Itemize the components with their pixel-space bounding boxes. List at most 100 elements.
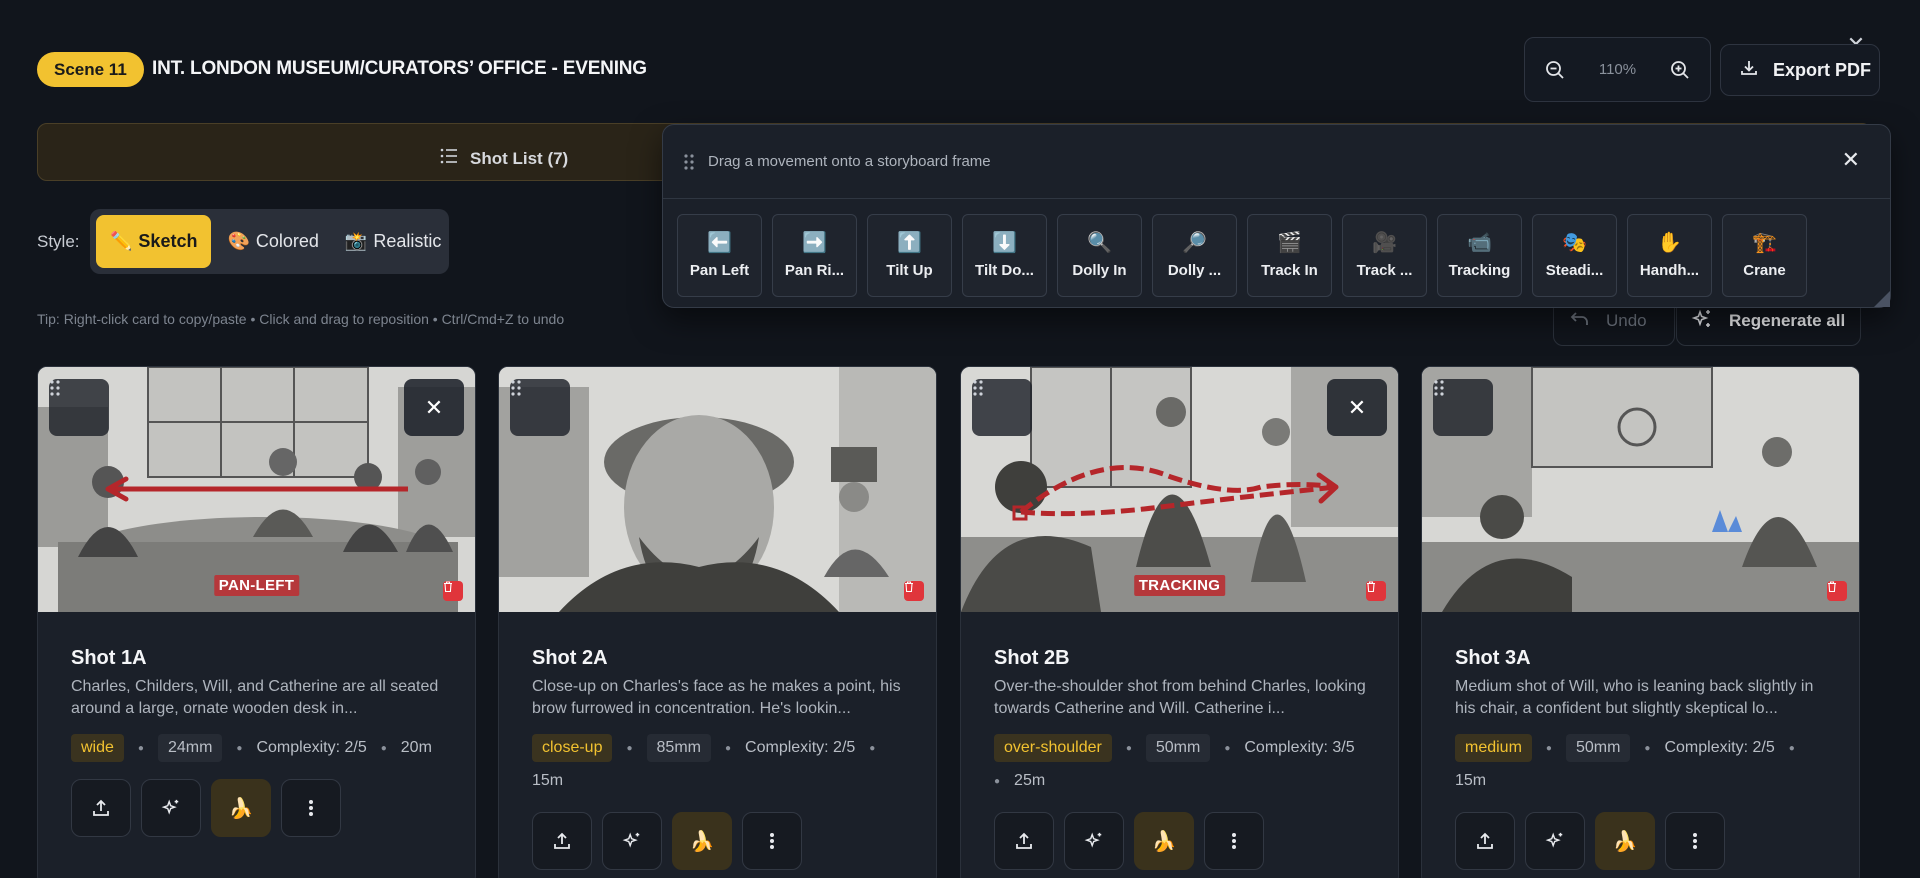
style-option-label: Realistic [373, 231, 442, 251]
movie-camera-icon: 🎥 [1372, 232, 1397, 254]
drag-handle-icon[interactable] [1433, 379, 1493, 436]
crane-icon: 🏗️ [1752, 232, 1777, 254]
drag-handle-icon[interactable] [510, 379, 570, 436]
separator-dot: ● [626, 742, 633, 754]
drag-handle-icon[interactable] [49, 379, 109, 436]
movement-handheld[interactable]: ✋ Handh... [1627, 214, 1712, 297]
shot-card[interactable]: Shot 2A Close-up on Charles's face as he… [498, 366, 937, 878]
more-options-button[interactable] [281, 779, 341, 837]
lens-badge: 85mm [646, 734, 711, 762]
style-option-colored[interactable]: 🎨 Colored [217, 215, 328, 268]
movement-track-in[interactable]: 🎬 Track In [1247, 214, 1332, 297]
movement-steadicam[interactable]: 🎭 Steadi... [1532, 214, 1617, 297]
more-vertical-icon [770, 833, 774, 849]
movement-tilt-up[interactable]: ⬆️ Tilt Up [867, 214, 952, 297]
more-options-button[interactable] [742, 812, 802, 870]
style-option-sketch[interactable]: ✏️ Sketch [96, 215, 212, 268]
shot-card[interactable]: Shot 3A Medium shot of Will, who is lean… [1421, 366, 1860, 878]
movement-label: Tracking [1448, 262, 1511, 279]
duration-text: 25m [1014, 772, 1046, 789]
trash-icon[interactable] [1366, 581, 1386, 601]
camera-icon: 📸 [344, 231, 368, 251]
arrow-right-icon: ➡️ [802, 232, 827, 254]
movement-pan-left[interactable]: ⬅️ Pan Left [677, 214, 762, 297]
separator-dot: ● [1224, 742, 1231, 754]
zoom-control: 110% [1524, 37, 1711, 102]
movement-dolly-in[interactable]: 🔍 Dolly In [1057, 214, 1142, 297]
banana-icon: 🍌 [1151, 830, 1177, 853]
remove-movement-icon[interactable]: ✕ [1327, 379, 1387, 436]
storyboard-frame[interactable] [499, 367, 936, 612]
regenerate-button[interactable] [1525, 812, 1585, 870]
shot-type-badge: over-shoulder [994, 734, 1112, 762]
zoom-in-icon[interactable] [1665, 55, 1695, 85]
style-option-realistic[interactable]: 📸 Realistic [335, 215, 451, 268]
upload-button[interactable] [1455, 812, 1515, 870]
clapperboard-icon: 🎬 [1277, 232, 1302, 254]
zoom-out-icon[interactable] [1540, 55, 1570, 85]
storyboard-frame[interactable]: ✕ PAN-LEFT [38, 367, 475, 612]
arrow-left-icon: ⬅️ [707, 232, 732, 254]
movement-pan-right[interactable]: ➡️ Pan Ri... [772, 214, 857, 297]
complexity-text: Complexity: 2/5 [256, 739, 367, 756]
movement-label: Tilt Do... [975, 262, 1034, 279]
movement-label: Track ... [1356, 262, 1413, 279]
regenerate-button[interactable] [141, 779, 201, 837]
trash-icon[interactable] [443, 581, 463, 601]
card-actions: 🍌 [1455, 812, 1725, 870]
regenerate-button[interactable] [1064, 812, 1124, 870]
shot-description: Close-up on Charles's face as he makes a… [532, 678, 901, 717]
trash-icon[interactable] [904, 581, 924, 601]
more-options-button[interactable] [1665, 812, 1725, 870]
banana-button[interactable]: 🍌 [1134, 812, 1194, 870]
theater-masks-icon: 🎭 [1562, 232, 1587, 254]
movement-tag: TRACKING [1133, 575, 1226, 596]
movement-tracking[interactable]: 📹 Tracking [1437, 214, 1522, 297]
palette-header[interactable]: Drag a movement onto a storyboard frame … [663, 125, 1890, 199]
shot-title: Shot 2A [532, 647, 608, 669]
remove-movement-icon[interactable]: ✕ [404, 379, 464, 436]
upload-button[interactable] [994, 812, 1054, 870]
banana-icon: 🍌 [228, 797, 254, 820]
more-vertical-icon [309, 800, 313, 816]
banana-button[interactable]: 🍌 [211, 779, 271, 837]
movement-dolly-out[interactable]: 🔎 Dolly ... [1152, 214, 1237, 297]
storyboard-frame[interactable]: ✕ TRACKING [961, 367, 1398, 612]
more-options-button[interactable] [1204, 812, 1264, 870]
shot-card[interactable]: ✕ PAN-LEFT Shot 1A Charles, Childers, Wi… [37, 366, 476, 878]
trash-icon[interactable] [1827, 581, 1847, 601]
regenerate-button[interactable] [602, 812, 662, 870]
lens-badge: 50mm [1565, 734, 1631, 762]
movement-crane[interactable]: 🏗️ Crane [1722, 214, 1807, 297]
scene-title: INT. LONDON MUSEUM/CURATORS’ OFFICE - EV… [152, 58, 647, 79]
banana-button[interactable]: 🍌 [672, 812, 732, 870]
movement-palette[interactable]: Drag a movement onto a storyboard frame … [662, 124, 1891, 308]
hand-icon: ✋ [1657, 232, 1682, 254]
drag-handle-icon[interactable] [683, 153, 695, 176]
duration-text: 15m [532, 772, 564, 789]
style-selector: ✏️ Sketch 🎨 Colored 📸 Realistic [90, 209, 449, 274]
movement-track-out[interactable]: 🎥 Track ... [1342, 214, 1427, 297]
shot-list-toggle[interactable]: Shot List (7) [440, 148, 568, 169]
shot-card[interactable]: ✕ TRACKING Shot 2B Over-the-shoulder sho… [960, 366, 1399, 878]
zoom-level: 110% [1598, 61, 1637, 78]
export-pdf-button[interactable]: Export PDF [1720, 44, 1880, 96]
movement-tilt-down[interactable]: ⬇️ Tilt Do... [962, 214, 1047, 297]
magnifier-right-icon: 🔎 [1182, 232, 1207, 254]
storyboard-frame[interactable] [1422, 367, 1859, 612]
duration-text: 20m [400, 739, 432, 756]
drag-handle-icon[interactable] [972, 379, 1032, 436]
magnifier-left-icon: 🔍 [1087, 232, 1112, 254]
banana-button[interactable]: 🍌 [1595, 812, 1655, 870]
shot-description: Charles, Childers, Will, and Catherine a… [71, 678, 439, 717]
card-actions: 🍌 [71, 779, 341, 837]
separator-dot: ● [1644, 742, 1651, 754]
resize-handle[interactable] [1874, 291, 1890, 307]
close-icon[interactable]: ✕ [1842, 147, 1860, 173]
movement-label: Tilt Up [886, 262, 933, 279]
upload-button[interactable] [71, 779, 131, 837]
separator-dot: ● [724, 742, 732, 754]
upload-button[interactable] [532, 812, 592, 870]
download-icon [1739, 58, 1759, 83]
shot-title: Shot 2B [994, 647, 1070, 669]
